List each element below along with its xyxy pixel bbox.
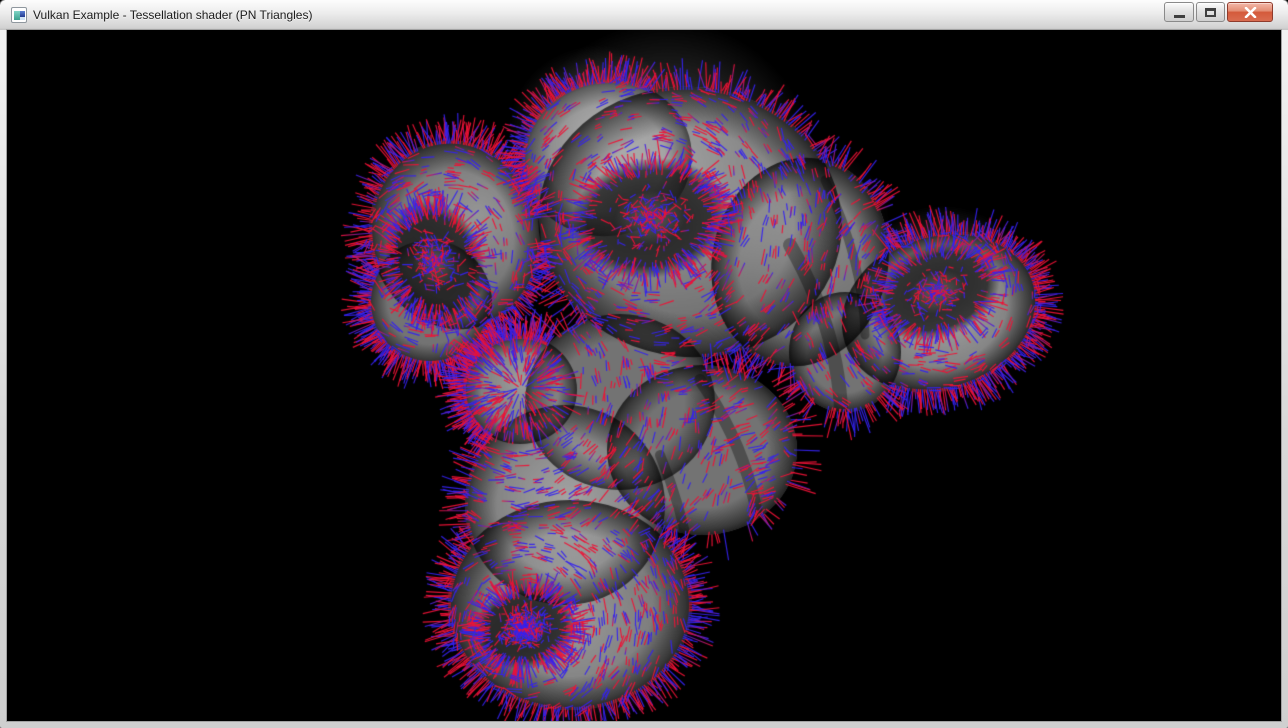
maximize-button[interactable] <box>1196 2 1225 22</box>
maximize-icon <box>1205 8 1216 17</box>
app-icon-pane <box>20 17 25 20</box>
render-viewport[interactable] <box>7 30 1281 721</box>
titlebar[interactable]: Vulkan Example - Tessellation shader (PN… <box>0 0 1288 30</box>
window-controls <box>1164 2 1273 22</box>
minimize-button[interactable] <box>1164 2 1194 22</box>
app-icon <box>11 7 27 23</box>
render-canvas[interactable] <box>7 30 1281 721</box>
close-icon <box>1244 7 1257 18</box>
app-window: Vulkan Example - Tessellation shader (PN… <box>0 0 1288 728</box>
window-title: Vulkan Example - Tessellation shader (PN… <box>33 8 312 22</box>
close-button[interactable] <box>1227 2 1273 22</box>
minimize-icon <box>1174 15 1185 18</box>
